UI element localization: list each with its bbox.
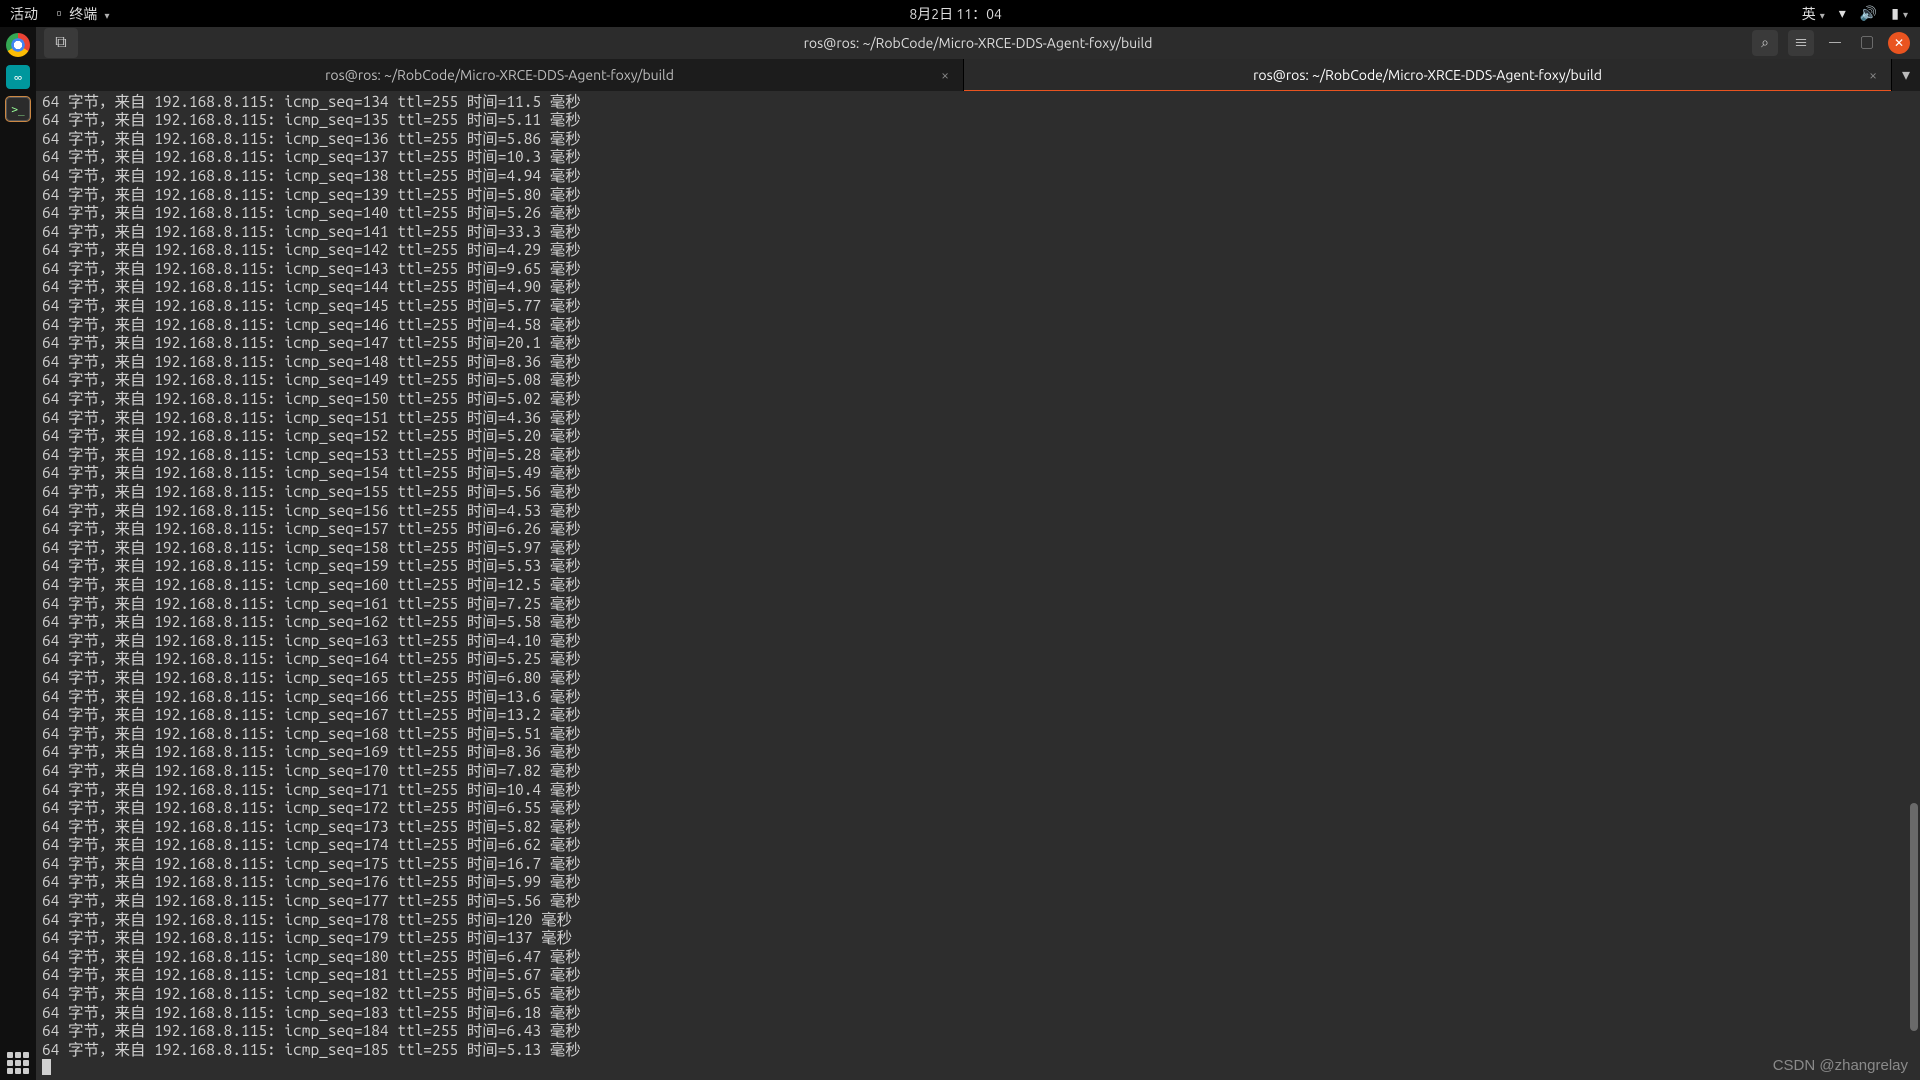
battery-icon[interactable]: ▮	[1891, 5, 1908, 22]
window-titlebar[interactable]: ⧉ ros@ros: ~/RobCode/Micro-XRCE-DDS-Agen…	[36, 27, 1920, 59]
terminal-tabs: ros@ros: ~/RobCode/Micro-XRCE-DDS-Agent-…	[36, 59, 1920, 91]
window-title: ros@ros: ~/RobCode/Micro-XRCE-DDS-Agent-…	[36, 35, 1920, 51]
terminal-window: ⧉ ros@ros: ~/RobCode/Micro-XRCE-DDS-Agen…	[36, 27, 1920, 1080]
scrollbar-thumb[interactable]	[1910, 803, 1918, 1031]
tab-label: ros@ros: ~/RobCode/Micro-XRCE-DDS-Agent-…	[325, 67, 674, 83]
watermark: CSDN @zhangrelay	[1773, 1057, 1908, 1074]
ime-indicator[interactable]: 英	[1802, 4, 1825, 24]
search-button[interactable]: ⌕	[1752, 30, 1778, 56]
tab-close-icon[interactable]: ×	[1869, 67, 1877, 83]
volume-icon[interactable]: 🔊	[1860, 5, 1877, 22]
minimize-button[interactable]: —	[1824, 32, 1846, 54]
app-menu[interactable]: ▫ 终端	[52, 4, 109, 24]
hamburger-menu-button[interactable]: ≡	[1788, 30, 1814, 56]
network-icon[interactable]: ▾	[1839, 5, 1846, 22]
gnome-top-panel: 活动 ▫ 终端 8月2日 11：04 英 ▾ 🔊 ▮	[0, 0, 1920, 27]
dock-app-chrome[interactable]	[6, 33, 30, 57]
dock: ∞ >_	[0, 27, 36, 1080]
new-tab-button[interactable]: ⧉	[44, 28, 78, 58]
terminal-tab-1[interactable]: ros@ros: ~/RobCode/Micro-XRCE-DDS-Agent-…	[964, 59, 1892, 91]
terminal-output: 64 字节，来自 192.168.8.115: icmp_seq=134 ttl…	[36, 91, 1920, 1080]
tab-label: ros@ros: ~/RobCode/Micro-XRCE-DDS-Agent-…	[1253, 67, 1602, 83]
terminal-cursor	[42, 1059, 51, 1075]
terminal-tab-0[interactable]: ros@ros: ~/RobCode/Micro-XRCE-DDS-Agent-…	[36, 59, 964, 91]
scrollbar[interactable]	[1908, 91, 1918, 1080]
dock-app-arduino[interactable]: ∞	[6, 65, 30, 89]
clock[interactable]: 8月2日 11：04	[109, 4, 1801, 24]
tab-close-icon[interactable]: ×	[941, 67, 949, 83]
tabs-dropdown-icon[interactable]: ▾	[1892, 59, 1920, 91]
activities-button[interactable]: 活动	[10, 4, 38, 24]
terminal-viewport[interactable]: 64 字节，来自 192.168.8.115: icmp_seq=134 ttl…	[36, 91, 1920, 1080]
close-button[interactable]: ✕	[1888, 32, 1910, 54]
maximize-button[interactable]: ▢	[1856, 32, 1878, 54]
dock-app-terminal[interactable]: >_	[6, 97, 30, 121]
terminal-icon: ▫	[52, 6, 69, 22]
show-applications-button[interactable]	[7, 1052, 29, 1074]
